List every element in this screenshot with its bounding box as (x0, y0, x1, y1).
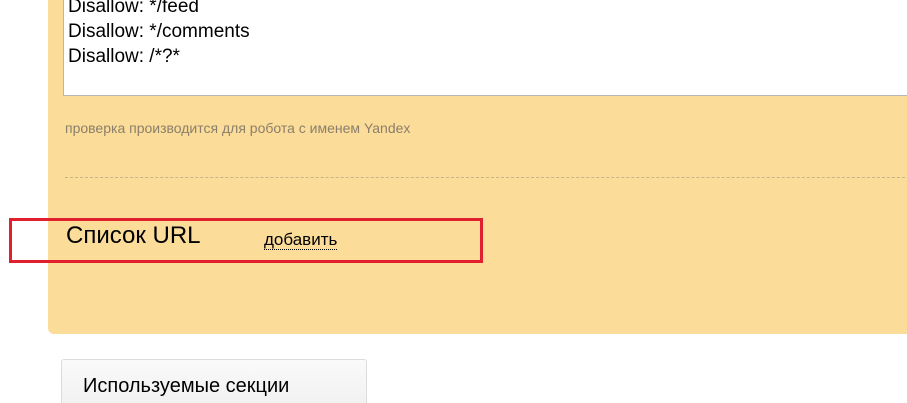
robots-line: Disallow: /*?* (68, 46, 180, 67)
robots-line: Disallow: */feed (68, 0, 199, 17)
robots-txt-textarea[interactable]: Disallow: */feed Disallow: */comments Di… (63, 0, 907, 96)
highlight-annotation-box (9, 218, 483, 263)
robots-analysis-page: Disallow: */feed Disallow: */comments Di… (0, 0, 907, 403)
dashed-divider (65, 177, 907, 178)
robot-check-hint: проверка производится для робота с имене… (65, 120, 411, 136)
robots-line: Disallow: */comments (68, 21, 250, 42)
used-sections-tab[interactable]: Используемые секции (61, 359, 367, 403)
